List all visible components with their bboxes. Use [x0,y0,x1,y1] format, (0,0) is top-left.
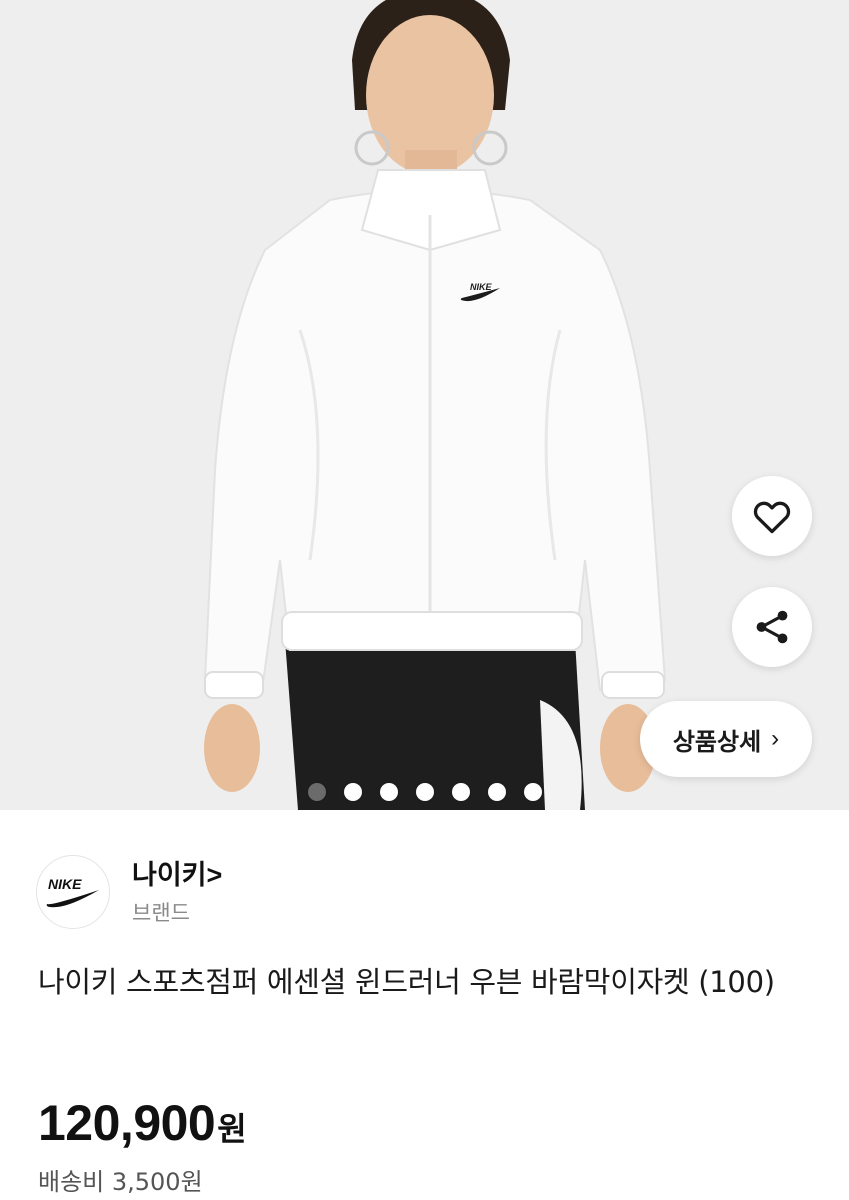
brand-logo[interactable]: NIKE [36,855,110,929]
price-value: 120,900 [38,1095,216,1151]
price-unit: 원 [217,1110,247,1148]
nike-logo-text: NIKE [48,876,82,892]
product-photo: NIKE [0,0,849,810]
carousel-dot[interactable] [523,783,542,801]
carousel-dot[interactable] [307,783,326,801]
share-button[interactable] [732,587,812,667]
product-image-carousel[interactable]: NIKE 상품상세 › [0,0,849,810]
shipping-fee: 배송비 3,500원 [38,1168,203,1196]
brand-type-label: 브랜드 [132,901,190,925]
product-title: 나이키 스포츠점퍼 에센셜 윈드러너 우븐 바람막이자켓 (100) [38,965,775,999]
carousel-dot[interactable] [415,783,434,801]
svg-text:NIKE: NIKE [470,282,492,292]
chevron-right-icon: > [206,860,223,890]
nike-logo-icon: NIKE [46,876,99,908]
brand-row[interactable]: NIKE 나이키> 브랜드 [36,855,222,929]
brand-name: 나이키 [132,860,207,890]
product-price: 120,900 원 [38,1094,247,1152]
product-detail-button[interactable]: 상품상세 › [640,701,812,777]
brand-name-link[interactable]: 나이키> [132,857,222,893]
brand-info: 나이키> 브랜드 [132,857,222,927]
heart-outline-icon [753,501,791,534]
product-detail-label: 상품상세 [672,728,762,756]
share-icon [756,610,788,644]
like-button[interactable] [732,476,812,556]
carousel-dot[interactable] [379,783,398,801]
carousel-indicator [0,783,849,801]
carousel-dot[interactable] [451,783,470,801]
carousel-dot[interactable] [343,783,362,801]
carousel-dot[interactable] [487,783,506,801]
chevron-right-icon: › [771,725,780,752]
